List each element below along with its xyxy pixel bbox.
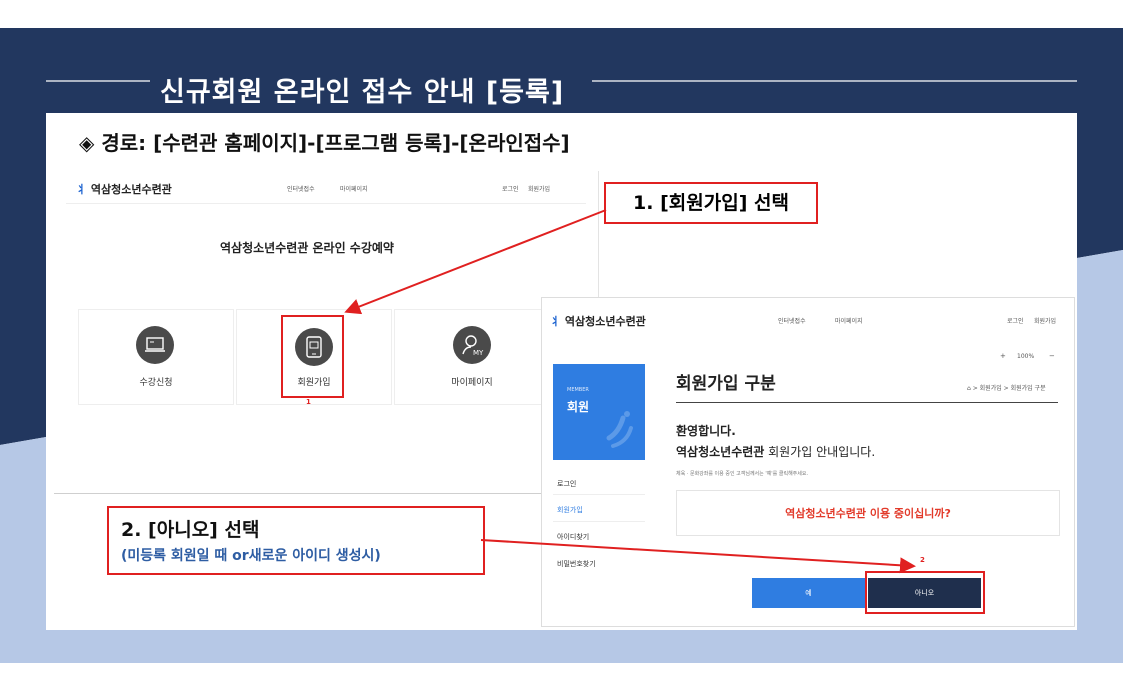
- logo-text: 역삼청소년수련관: [564, 315, 646, 328]
- nav-mypage[interactable]: 마이페이지: [835, 316, 863, 325]
- zoom-level: 100%: [1017, 353, 1035, 360]
- side-divider: [553, 521, 645, 522]
- screenshot-main-page: ⺦ 역삼청소년수련관 인터넷접수 마이페이지 로그인 회원가입 역삼청소년수련관…: [54, 171, 599, 494]
- slide-title: 신규회원 온라인 접수 안내 [등록]: [160, 77, 565, 108]
- card-label: 마이페이지: [451, 378, 493, 388]
- logo-mark-icon: ⺦: [550, 315, 561, 328]
- side-divider: [553, 494, 645, 495]
- logo-mark-icon: ⺦: [76, 183, 87, 196]
- guide-bold: 역삼청소년수련관: [676, 445, 765, 459]
- callout-step-2: 2. [아니오] 선택 (미등록 회원일 때 or새로운 아이디 생성시): [107, 506, 485, 575]
- zoom-out-button[interactable]: −: [1049, 352, 1055, 360]
- laptop-icon: [136, 326, 174, 364]
- highlight-join-box: [281, 315, 344, 398]
- header-divider: [66, 203, 586, 204]
- side-menu-login[interactable]: 로그인: [557, 479, 576, 489]
- diamond-icon: ◈: [79, 131, 95, 155]
- util-join[interactable]: 회원가입: [528, 184, 550, 193]
- member-banner: MEMBER 회원: [553, 364, 645, 460]
- side-menu-find-password[interactable]: 비밀번호찾기: [557, 559, 596, 569]
- guide-rest: 회원가입 안내입니다.: [764, 445, 876, 459]
- member-big-label: 회원: [567, 400, 590, 414]
- zoom-in-button[interactable]: +: [1000, 352, 1006, 360]
- path-line: ◈ 경로: [수련관 홈페이지]-[프로그램 등록]-[온라인접수]: [79, 127, 570, 156]
- step-marker-2: 2: [920, 556, 925, 564]
- path-text: 경로: [수련관 홈페이지]-[프로그램 등록]-[온라인접수]: [101, 131, 570, 155]
- card-label: 수강신청: [139, 378, 173, 388]
- util-join[interactable]: 회원가입: [1034, 316, 1056, 325]
- step-marker-1: 1: [306, 398, 311, 406]
- side-menu-find-id[interactable]: 아이디찾기: [557, 532, 589, 542]
- side-menu-join[interactable]: 회원가입: [557, 505, 583, 515]
- svg-text:MY: MY: [473, 349, 484, 357]
- question-box: 역삼청소년수련관 이용 중이십니까?: [676, 490, 1060, 536]
- site-logo[interactable]: ⺦ 역삼청소년수련관: [550, 313, 646, 329]
- title-divider: [676, 402, 1058, 403]
- welcome-text: 환영합니다.: [676, 424, 736, 438]
- swirl-decoration-icon: [606, 411, 633, 448]
- guide-note: 체육 · 문화강좌를 이용 중인 고객님께서는 '예'를 클릭해주세요.: [676, 471, 809, 477]
- page-heading: 역삼청소년수련관 온라인 수강예약: [220, 241, 394, 255]
- card-course-apply[interactable]: 수강신청: [78, 309, 234, 405]
- member-small-label: MEMBER: [567, 387, 589, 393]
- user-my-icon: MY: [453, 326, 491, 364]
- util-login[interactable]: 로그인: [502, 184, 519, 193]
- screenshot-join-type-page: ⺦ 역삼청소년수련관 인터넷접수 마이페이지 로그인 회원가입 + 100% −…: [541, 297, 1075, 627]
- callout-step-1: 1. [회원가입] 선택: [604, 182, 818, 224]
- logo-text: 역삼청소년수련관: [90, 183, 172, 196]
- breadcrumb: ⌂ > 회원가입 > 회원가입 구분: [967, 385, 1046, 392]
- util-login[interactable]: 로그인: [1007, 316, 1024, 325]
- yes-button[interactable]: 예: [752, 578, 865, 608]
- page-title: 회원가입 구분: [676, 374, 776, 394]
- guide-text: 역삼청소년수련관 회원가입 안내입니다.: [676, 443, 875, 460]
- highlight-no-box: [865, 571, 985, 614]
- callout-2-line2: (미등록 회원일 때 or새로운 아이디 생성시): [121, 548, 381, 564]
- nav-internet-apply[interactable]: 인터넷접수: [287, 184, 315, 193]
- card-mypage[interactable]: MY 마이페이지: [394, 309, 550, 405]
- nav-internet-apply[interactable]: 인터넷접수: [778, 316, 806, 325]
- question-text: 역삼청소년수련관 이용 중이십니까?: [785, 507, 951, 520]
- site-logo[interactable]: ⺦ 역삼청소년수련관: [76, 181, 172, 197]
- callout-2-line1: 2. [아니오] 선택: [121, 519, 260, 541]
- nav-mypage[interactable]: 마이페이지: [340, 184, 368, 193]
